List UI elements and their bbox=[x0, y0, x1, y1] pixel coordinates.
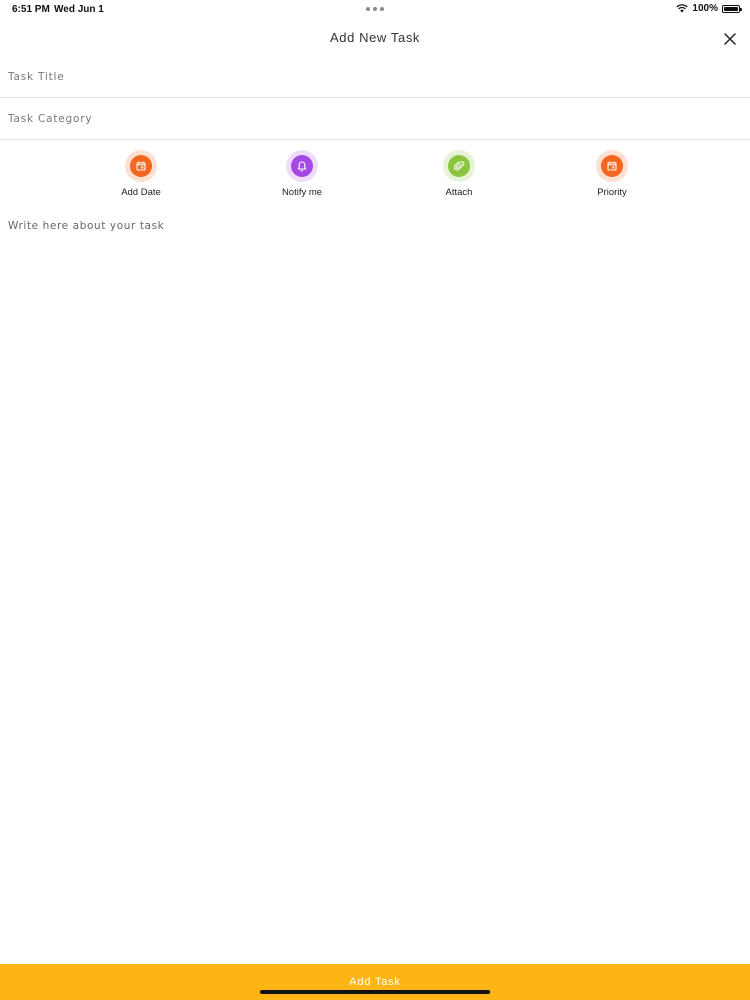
close-button[interactable] bbox=[720, 29, 740, 49]
notify-me-button[interactable]: Notify me bbox=[257, 150, 347, 206]
task-category-input[interactable] bbox=[8, 110, 738, 128]
priority-label: Priority bbox=[597, 187, 627, 198]
page-title: Add New Task bbox=[329, 30, 421, 45]
header: Add New Task bbox=[0, 22, 750, 56]
task-title-input[interactable] bbox=[8, 68, 738, 86]
priority-button[interactable]: Priority bbox=[567, 150, 657, 206]
wifi-icon bbox=[676, 4, 689, 13]
attach-button[interactable]: Attach bbox=[414, 150, 504, 206]
add-date-label: Add Date bbox=[121, 187, 161, 198]
status-bar: 6:51 PM Wed Jun 1 100% bbox=[0, 0, 750, 18]
status-indicators: 100% bbox=[676, 3, 742, 14]
add-date-icon-halo bbox=[125, 150, 157, 182]
attach-icon-halo bbox=[443, 150, 475, 182]
battery-percent: 100% bbox=[692, 3, 718, 14]
status-date: Wed Jun 1 bbox=[54, 4, 104, 15]
close-icon bbox=[724, 33, 736, 45]
calendar-icon bbox=[136, 161, 146, 171]
add-task-screen: 6:51 PM Wed Jun 1 100% Add New Task Task… bbox=[0, 0, 750, 1000]
home-indicator bbox=[260, 990, 490, 994]
status-time: 6:51 PM bbox=[12, 4, 50, 15]
multitasking-dots[interactable] bbox=[366, 7, 384, 11]
priority-icon-halo bbox=[596, 150, 628, 182]
add-task-label: Add Task bbox=[349, 976, 401, 988]
bell-icon bbox=[297, 160, 307, 171]
notify-me-label: Notify me bbox=[281, 187, 323, 198]
calendar-icon bbox=[607, 161, 617, 171]
task-options-row: Add Date Notify me Attach Priority bbox=[0, 150, 750, 210]
task-title-field-container bbox=[0, 56, 750, 98]
add-date-button[interactable]: Add Date bbox=[96, 150, 186, 206]
attach-label: Attach bbox=[445, 187, 473, 198]
notify-me-icon-halo bbox=[286, 150, 318, 182]
add-task-button[interactable]: Add Task bbox=[0, 964, 750, 1000]
battery-icon bbox=[722, 4, 742, 13]
paperclip-icon bbox=[453, 160, 464, 171]
task-description-input[interactable] bbox=[8, 220, 742, 940]
task-category-field-container bbox=[0, 98, 750, 140]
